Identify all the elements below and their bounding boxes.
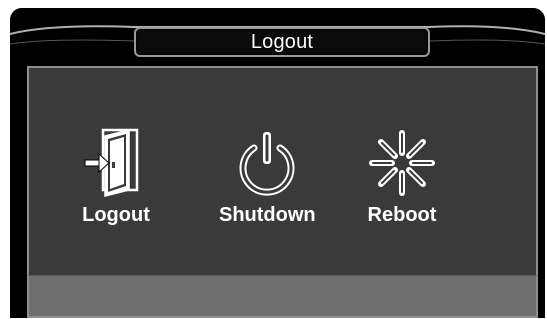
status-footer bbox=[27, 275, 538, 318]
shutdown-label: Shutdown bbox=[219, 204, 316, 226]
logout-label: Logout bbox=[82, 204, 150, 226]
actions-panel: Logout Shutdown Reboot bbox=[27, 66, 538, 275]
door-exit-icon bbox=[81, 126, 151, 198]
power-icon bbox=[232, 126, 302, 198]
logout-dialog: Logout Logout Shutdown Reboot bbox=[10, 8, 545, 318]
title-pill: Logout bbox=[134, 27, 430, 57]
reboot-label: Reboot bbox=[367, 204, 437, 226]
burst-icon bbox=[367, 126, 437, 198]
reboot-button[interactable]: Reboot bbox=[367, 126, 437, 227]
logout-button[interactable]: Logout bbox=[81, 126, 151, 227]
title-bar: Logout bbox=[10, 8, 545, 66]
dialog-title: Logout bbox=[250, 30, 314, 53]
shutdown-button[interactable]: Shutdown bbox=[219, 126, 316, 227]
